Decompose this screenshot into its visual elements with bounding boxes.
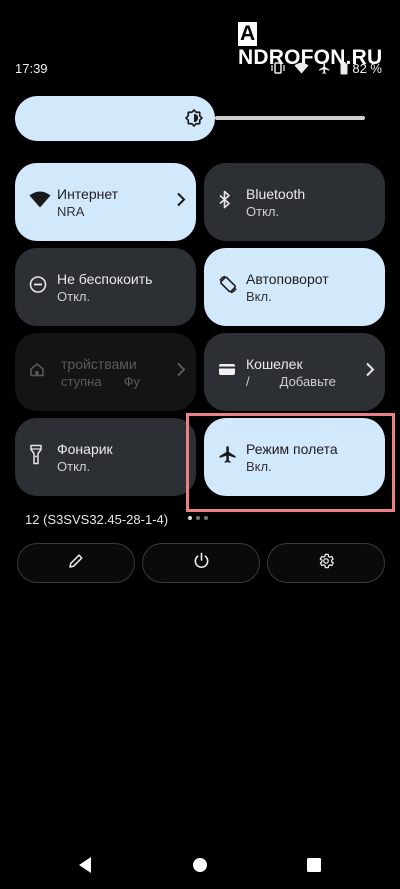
tile-wallet[interactable]: Кошелек / Добавьте [204,333,385,411]
tile-device-controls[interactable]: тройствами ступна Фу [15,333,196,411]
home-button-icon[interactable] [192,857,208,878]
watermark-letter: A [238,22,258,46]
tile-do-not-disturb[interactable]: Не беспокоить Откл. [15,248,196,326]
wifi-icon [294,62,309,74]
page-dot-active [188,516,192,520]
brightness-slider-track [215,116,365,120]
page-indicator [188,516,208,520]
tile-flashlight[interactable]: Фонарик Откл. [15,418,196,496]
highlight-frame [186,413,395,512]
settings-button[interactable] [267,543,385,583]
power-icon [193,552,210,574]
page-dot [204,516,208,520]
build-number[interactable]: 12 (S3SVS32.45-28-1-4) [25,512,168,527]
home-icon [29,362,45,383]
clock: 17:39 [15,60,48,76]
tile-dnd-title: Не беспокоить [57,270,153,287]
brightness-icon [184,108,204,133]
tile-autorotate-title: Автоповорот [246,270,329,287]
do-not-disturb-icon [29,276,47,299]
tile-devices-subtitle-extra: Фу [123,373,140,389]
gear-icon [317,552,335,575]
tile-internet[interactable]: Интернет NRA [15,163,196,241]
back-icon[interactable] [77,855,93,880]
airplane-status-icon [318,62,331,75]
wallet-card-icon [218,363,236,382]
tile-bluetooth-subtitle: Откл. [246,203,280,219]
tile-autorotate-subtitle: Вкл. [246,288,272,304]
tile-bluetooth[interactable]: Bluetooth Откл. [204,163,385,241]
vibrate-icon [271,62,286,74]
wifi-icon [29,191,51,214]
power-button[interactable] [142,543,260,583]
bluetooth-icon [218,190,232,214]
page-dot [196,516,200,520]
autorotate-icon [218,275,238,300]
edit-button[interactable] [17,543,135,583]
tile-wallet-subtitle: / Добавьте [246,373,336,389]
tile-bluetooth-title: Bluetooth [246,185,306,202]
tile-flashlight-title: Фонарик [57,440,113,457]
brightness-slider[interactable] [15,96,365,141]
tile-flashlight-subtitle: Откл. [57,458,91,474]
status-icons: 82 % [271,61,382,76]
recents-icon[interactable] [307,858,321,877]
tile-wallet-subtitle-extra: Добавьте [279,373,336,389]
battery-percent: 82 % [352,60,382,76]
battery-icon [340,61,348,75]
tile-autorotate[interactable]: Автоповорот Вкл. [204,248,385,326]
pencil-icon [68,553,84,574]
chevron-right-icon[interactable] [176,192,186,212]
chevron-right-icon[interactable] [365,362,375,382]
chevron-right-icon[interactable] [176,362,186,382]
flashlight-icon [29,444,43,470]
navigation-bar [0,855,400,877]
tile-dnd-subtitle: Откл. [57,288,91,304]
status-bar: 17:39 82 % [15,58,382,78]
